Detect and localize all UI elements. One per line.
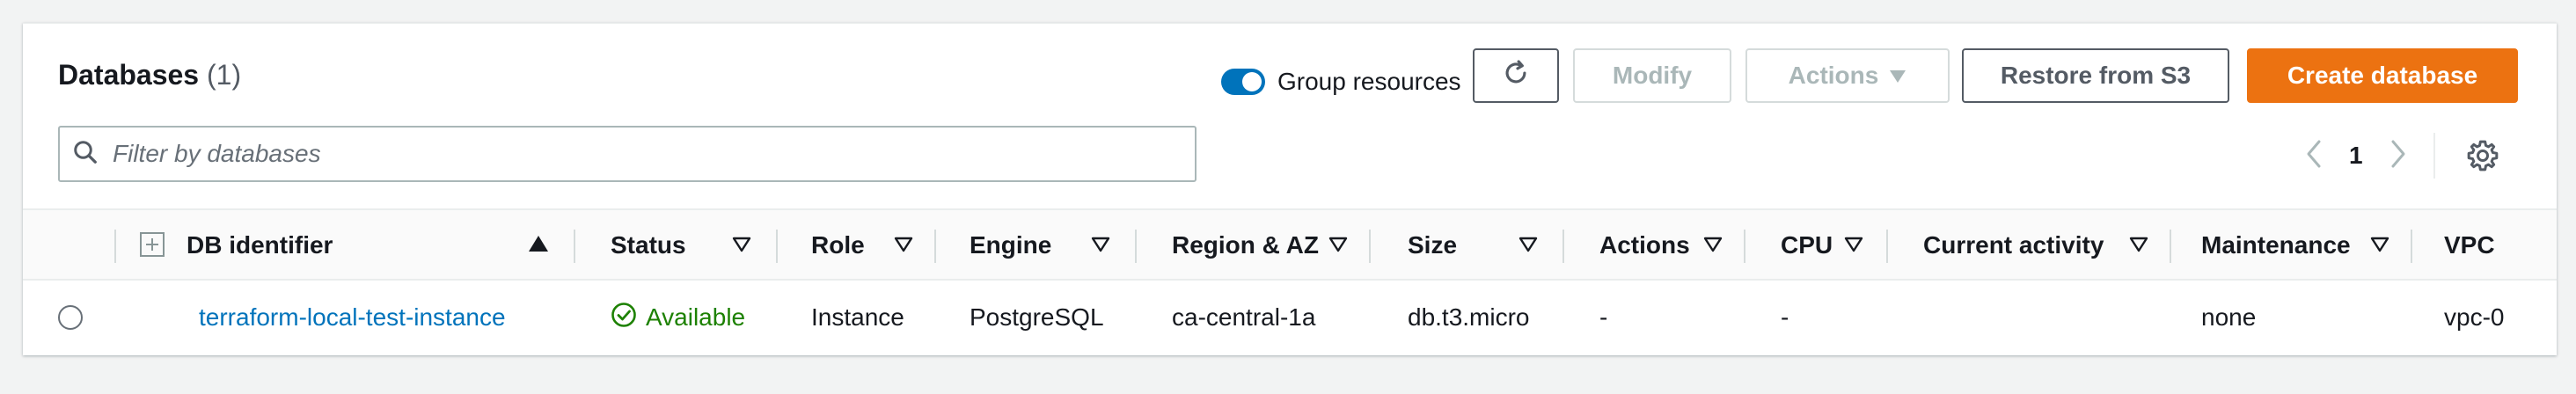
column-separator — [1886, 230, 1888, 263]
status-cell: Available — [611, 281, 745, 354]
column-label: VPC — [2444, 231, 2495, 259]
search-icon — [72, 139, 99, 170]
sort-filter-icon[interactable] — [1091, 237, 1110, 257]
size-cell: db.t3.micro — [1408, 303, 1530, 331]
column-label: Maintenance — [2201, 231, 2351, 259]
column-header-vpc[interactable]: VPC — [2444, 210, 2495, 281]
column-separator — [1135, 230, 1137, 263]
column-label: DB identifier — [187, 231, 333, 259]
check-circle-icon — [611, 302, 637, 334]
db-identifier-cell: terraform-local-test-instance — [199, 281, 506, 354]
column-header-actions[interactable]: Actions — [1599, 210, 1690, 281]
pager-divider — [2433, 133, 2435, 179]
column-separator — [114, 230, 116, 263]
sort-filter-icon[interactable] — [894, 237, 913, 257]
databases-panel: Databases (1) Group resources Modify Act… — [23, 23, 2557, 355]
column-label: Current activity — [1923, 231, 2104, 259]
page-title: Databases (1) — [58, 59, 241, 91]
actions-label: Actions — [1788, 62, 1879, 89]
pagination: 1 — [2305, 136, 2407, 175]
column-separator — [574, 230, 575, 263]
actions-cell: - — [1599, 303, 1608, 331]
engine-cell: PostgreSQL — [970, 303, 1104, 331]
db-identifier-link[interactable]: terraform-local-test-instance — [199, 303, 506, 332]
current-page-number[interactable]: 1 — [2349, 142, 2363, 170]
column-header-maintenance[interactable]: Maintenance — [2201, 210, 2351, 281]
column-separator — [1744, 230, 1745, 263]
column-label: Role — [811, 231, 865, 259]
toggle-knob — [1242, 72, 1262, 91]
column-header-engine[interactable]: Engine — [970, 210, 1051, 281]
panel-header: Databases (1) Group resources Modify Act… — [23, 24, 2557, 128]
status-text: Available — [646, 303, 746, 331]
column-header-size[interactable]: Size — [1408, 210, 1457, 281]
expand-all-icon[interactable] — [139, 231, 165, 262]
role-cell: Instance — [811, 303, 904, 331]
group-resources-toggle[interactable] — [1221, 69, 1265, 95]
group-resources-label: Group resources — [1277, 68, 1461, 95]
column-header-region-az[interactable]: Region & AZ — [1172, 210, 1319, 281]
column-label: Status — [611, 231, 686, 259]
vpc-cell: vpc-0 — [2444, 303, 2505, 331]
gear-icon[interactable] — [2465, 138, 2500, 178]
cpu-cell: - — [1781, 303, 1789, 331]
sort-filter-icon[interactable] — [1328, 237, 1348, 257]
column-header-current-activity[interactable]: Current activity — [1923, 210, 2104, 281]
create-label: Create database — [2287, 62, 2478, 89]
status-badge: Available — [611, 302, 745, 334]
database-count: (1) — [206, 59, 242, 91]
modify-button[interactable]: Modify — [1573, 48, 1731, 103]
column-header-status[interactable]: Status — [611, 210, 686, 281]
column-header-db-identifier[interactable]: DB identifier — [187, 210, 333, 281]
title-text: Databases — [58, 59, 200, 91]
table-header: DB identifier Status Role Engine Region … — [23, 208, 2557, 281]
actions-dropdown-button[interactable]: Actions — [1745, 48, 1950, 103]
row-select-cell — [58, 281, 83, 354]
column-label: Region & AZ — [1172, 231, 1319, 259]
refresh-button[interactable] — [1473, 48, 1559, 103]
table-row[interactable]: terraform-local-test-instance Available … — [23, 281, 2557, 354]
region-az-cell: ca-central-1a — [1172, 303, 1316, 331]
create-database-button[interactable]: Create database — [2247, 48, 2518, 103]
filter-input[interactable] — [113, 128, 1195, 180]
column-separator — [776, 230, 778, 263]
sort-ascending-icon[interactable] — [528, 235, 549, 257]
sort-filter-icon[interactable] — [2129, 237, 2148, 257]
modify-label: Modify — [1612, 62, 1693, 89]
sort-filter-icon[interactable] — [1519, 237, 1538, 257]
column-separator — [1562, 230, 1564, 263]
sort-filter-icon[interactable] — [2370, 237, 2389, 257]
column-label: CPU — [1781, 231, 1833, 259]
previous-page-chevron-icon[interactable] — [2305, 139, 2323, 173]
refresh-icon — [1501, 58, 1531, 94]
next-page-chevron-icon[interactable] — [2389, 139, 2407, 173]
column-separator — [1369, 230, 1371, 263]
column-separator — [2170, 230, 2171, 263]
sort-filter-icon[interactable] — [732, 237, 751, 257]
sort-filter-icon[interactable] — [1703, 237, 1723, 257]
column-header-role[interactable]: Role — [811, 210, 865, 281]
column-label: Actions — [1599, 231, 1690, 259]
filter-search-box — [58, 126, 1197, 182]
caret-down-icon — [1889, 62, 1906, 90]
column-label: Engine — [970, 231, 1052, 259]
group-resources-toggle-wrap: Group resources — [1221, 59, 1461, 105]
restore-label: Restore from S3 — [2000, 62, 2192, 89]
sort-filter-icon[interactable] — [1844, 237, 1863, 257]
maintenance-cell: none — [2201, 303, 2257, 331]
restore-from-s3-button[interactable]: Restore from S3 — [1962, 48, 2229, 103]
row-select-radio[interactable] — [58, 305, 83, 330]
column-header-cpu[interactable]: CPU — [1781, 210, 1833, 281]
column-separator — [2411, 230, 2412, 263]
column-label: Size — [1408, 231, 1458, 259]
column-separator — [934, 230, 936, 263]
